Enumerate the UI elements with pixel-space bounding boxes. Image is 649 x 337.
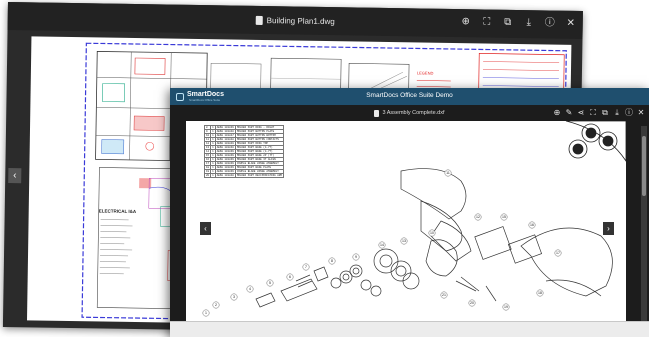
callout-label: 2 (215, 303, 217, 307)
info-icon[interactable]: ⓘ (625, 106, 633, 119)
viewer-toolbar: 3 Assembly Complete.dxf ⊕ ✎ ⋖ ⛶ ⧉ ⤓ ⓘ ✕ (170, 105, 649, 121)
file-icon (374, 109, 380, 117)
background-prev-page-button[interactable]: ‹ (8, 168, 22, 184)
scrollbar-thumb[interactable] (642, 136, 646, 196)
callout-label: 4 (249, 287, 251, 291)
zoom-in-icon[interactable]: ⊕ (460, 15, 472, 29)
background-document-name: Building Plan1.dwg (266, 15, 335, 26)
smartdocs-viewer-window: SmartDocs SmartDocs Office Suite SmartDo… (170, 88, 649, 337)
smartdocs-logo-icon (176, 92, 184, 101)
close-icon[interactable]: ✕ (565, 17, 577, 31)
underlying-page-strip (170, 321, 649, 337)
brand-name: SmartDocs (187, 91, 224, 98)
close-icon[interactable]: ✕ (637, 106, 645, 119)
prev-page-button[interactable]: ‹ (200, 222, 211, 235)
open-external-icon[interactable]: ⧉ (502, 16, 514, 30)
open-external-icon[interactable]: ⧉ (601, 106, 609, 119)
assembly-drawing[interactable]: 8 1 AESH 101839 MOLDED PART RING - RIGHT 9 1 A… (186, 121, 626, 321)
zoom-in-icon[interactable]: ⊕ (553, 106, 561, 119)
annotate-icon[interactable]: ✎ (565, 106, 573, 119)
callout-label: 5 (269, 281, 271, 285)
download-icon[interactable]: ⤓ (613, 106, 621, 119)
callout-label: 9 (355, 255, 357, 259)
callout-label: 21 (442, 293, 446, 297)
callout-label: 19 (504, 305, 508, 309)
background-document-title: Building Plan1.dwg (255, 15, 335, 26)
callout-label: 13 (402, 239, 406, 243)
share-icon[interactable]: ⋖ (577, 106, 585, 119)
background-viewer-toolbar: Building Plan1.dwg ⊕ ⛶ ⧉ ⤓ ⓘ ✕ (7, 2, 583, 40)
callout-label: 12 (476, 215, 480, 219)
callout-label: 18 (538, 291, 542, 295)
callout-label: 14 (380, 243, 384, 247)
callout-label: 17 (556, 251, 560, 255)
callout-label: 1 (205, 311, 207, 315)
smartdocs-header: SmartDocs SmartDocs Office Suite SmartDo… (170, 88, 649, 105)
callout-label: 10 (430, 231, 434, 235)
file-icon (255, 15, 263, 25)
callout-label: 16 (530, 223, 534, 227)
document-title: 3 Assembly Complete.dxf (374, 109, 445, 117)
electrical-section-heading: ELECTRICAL I&A (99, 208, 137, 214)
next-page-button[interactable]: › (603, 222, 614, 235)
callout-label: 15 (502, 215, 506, 219)
callout-label: 8 (331, 259, 333, 263)
brand-tagline: SmartDocs Office Suite (189, 98, 221, 102)
document-name: 3 Assembly Complete.dxf (382, 110, 445, 116)
svg-text:LEGEND: LEGEND (417, 70, 434, 75)
callout-label: 20 (470, 301, 474, 305)
callout-label: 6 (289, 275, 291, 279)
download-icon[interactable]: ⤓ (523, 16, 535, 30)
info-icon[interactable]: ⓘ (544, 16, 556, 30)
fit-screen-icon[interactable]: ⛶ (481, 15, 493, 29)
callout-label: 11 (446, 171, 450, 175)
suite-title: SmartDocs Office Suite Demo (366, 92, 453, 99)
smartdocs-brand: SmartDocs SmartDocs Office Suite (176, 91, 224, 102)
callout-label: 3 (233, 295, 235, 299)
exploded-assembly-svg: 111210131498765432115161718192021 (202, 121, 626, 317)
fit-screen-icon[interactable]: ⛶ (589, 106, 597, 119)
callout-label: 7 (305, 265, 307, 269)
vertical-scrollbar[interactable] (641, 126, 647, 321)
